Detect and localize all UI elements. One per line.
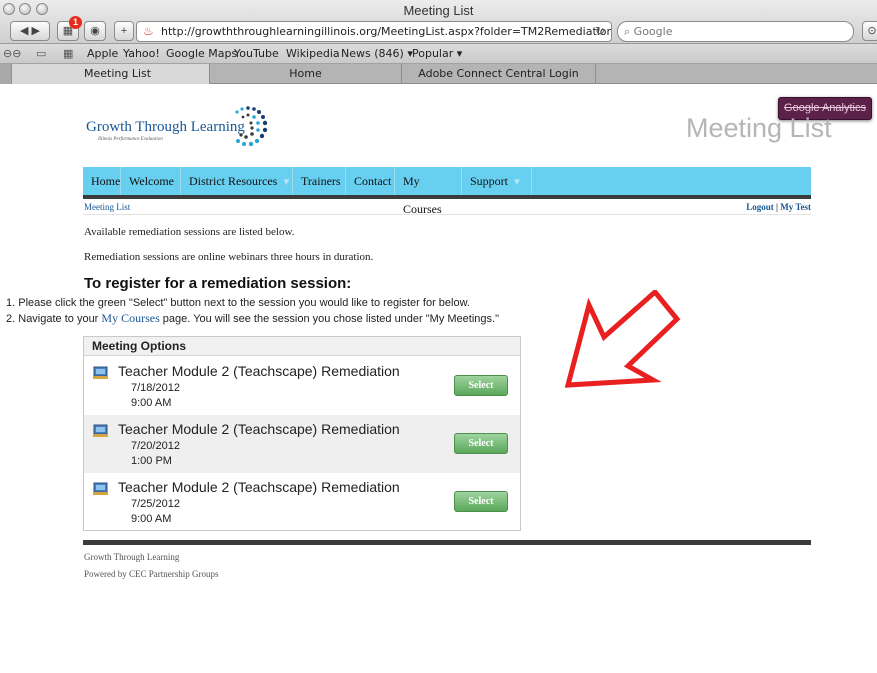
red-arrow-annotation-icon: [564, 290, 681, 388]
meeting-presentation-icon: [93, 366, 108, 379]
web-page: Google Analytics Growth Through Learning…: [0, 85, 877, 673]
top-sites-grid-icon[interactable]: ▦: [63, 47, 73, 60]
session-date: 7/20/2012: [131, 440, 180, 452]
meeting-options-header: Meeting Options: [84, 337, 520, 356]
footer-site-name: Growth Through Learning: [84, 552, 180, 562]
window-title: Meeting List: [403, 3, 474, 18]
nav-home[interactable]: Home: [83, 167, 121, 195]
footer-divider: [83, 540, 811, 545]
select-session-button[interactable]: Select: [454, 433, 508, 454]
browser-window: Meeting List ◀ ▶ ▦ 1 ◉ + ♨ http://growth…: [0, 0, 877, 673]
back-arrow-icon[interactable]: ◀: [20, 25, 28, 37]
tab-spacer: [0, 64, 12, 84]
browser-toolbar: Meeting List ◀ ▶ ▦ 1 ◉ + ♨ http://growth…: [0, 0, 877, 44]
address-bar[interactable]: ♨ http://growththroughlearningillinois.o…: [136, 21, 612, 42]
session-title: Teacher Module 2 (Teachscape) Remediatio…: [118, 479, 400, 495]
bookmark-popular[interactable]: Popular ▾: [412, 47, 462, 60]
my-account-link[interactable]: My Test: [780, 202, 811, 212]
forward-arrow-icon[interactable]: ▶: [32, 25, 40, 37]
magnifier-icon: ⌕: [624, 25, 631, 38]
bookmark-youtube[interactable]: YouTube: [234, 47, 279, 60]
session-time: 9:00 AM: [131, 513, 172, 525]
dropdown-caret-icon: ▼: [281, 177, 292, 188]
reading-list-icon[interactable]: ⊖⊖: [3, 47, 21, 60]
link-separator: |: [776, 202, 778, 212]
tab-adobe-connect[interactable]: Adobe Connect Central Login: [402, 64, 596, 84]
session-title: Teacher Module 2 (Teachscape) Remediatio…: [118, 421, 400, 437]
plus-icon: +: [120, 25, 128, 37]
back-forward-buttons[interactable]: ◀ ▶: [10, 21, 50, 41]
breadcrumb[interactable]: Meeting List: [84, 202, 130, 212]
bookmark-news[interactable]: News (846) ▾: [341, 47, 413, 60]
bookmark-yahoo[interactable]: Yahoo!: [123, 47, 160, 60]
session-date: 7/25/2012: [131, 498, 180, 510]
session-time: 1:00 PM: [131, 455, 172, 467]
dropdown-caret-icon: ▼: [512, 177, 522, 188]
nav-trainers[interactable]: Trainers: [293, 167, 346, 195]
bookmarks-book-icon[interactable]: ▭: [36, 47, 46, 60]
search-placeholder: Google: [633, 25, 673, 38]
step-1: 1. Please click the green "Select" butto…: [6, 297, 470, 309]
breadcrumb-divider: [83, 214, 811, 215]
notification-badge: 1: [69, 16, 82, 29]
nav-divider: [83, 195, 811, 199]
user-links: Logout | My Test: [730, 202, 811, 212]
meeting-presentation-icon: [93, 424, 108, 437]
reload-icon[interactable]: ↻: [595, 22, 605, 41]
session-title: Teacher Module 2 (Teachscape) Remediatio…: [118, 363, 400, 379]
step-2: 2. Navigate to your My Courses page. You…: [6, 311, 499, 325]
logo-text: Growth Through Learning: [86, 119, 245, 135]
record-icon: ◉: [90, 25, 100, 37]
bookmark-apple[interactable]: Apple: [87, 47, 118, 60]
session-row: Teacher Module 2 (Teachscape) Remediatio…: [84, 473, 520, 531]
tab-bar: Meeting List Home Adobe Connect Central …: [0, 64, 877, 84]
nav-support[interactable]: Support ▼: [462, 167, 532, 195]
bookmark-wikipedia[interactable]: Wikipedia: [286, 47, 340, 60]
session-row: Teacher Module 2 (Teachscape) Remediatio…: [84, 415, 520, 473]
footer-powered-by: Powered by CEC Partnership Groups: [84, 569, 219, 579]
bookmarks-bar: ⊖⊖ ▭ ▦ Apple Yahoo! Google Maps YouTube …: [0, 44, 877, 64]
register-heading: To register for a remediation session:: [84, 275, 352, 292]
session-row: Teacher Module 2 (Teachscape) Remediatio…: [84, 357, 520, 415]
url-text: http://growththroughlearningillinois.org…: [161, 25, 612, 38]
add-bookmark-button[interactable]: +: [114, 21, 134, 41]
meeting-options-panel: Meeting Options Teacher Module 2 (Teachs…: [83, 336, 521, 531]
meeting-presentation-icon: [93, 482, 108, 495]
main-navigation: Home Welcome District Resources ▼ Trainer…: [83, 167, 811, 216]
session-date: 7/18/2012: [131, 382, 180, 394]
select-session-button[interactable]: Select: [454, 375, 508, 396]
nav-district-resources[interactable]: District Resources ▼: [181, 167, 293, 195]
intro-text-1: Available remediation sessions are liste…: [84, 226, 295, 238]
bookmark-google-maps[interactable]: Google Maps: [166, 47, 237, 60]
downloads-button[interactable]: ⊙: [862, 21, 877, 41]
tab-meeting-list[interactable]: Meeting List: [12, 64, 210, 84]
search-field[interactable]: ⌕ Google: [617, 21, 854, 42]
nav-contact[interactable]: Contact: [346, 167, 395, 195]
download-icon: ⊙: [867, 25, 877, 37]
dropdown-arrow-icon: ▾: [456, 47, 463, 60]
site-logo[interactable]: Growth Through Learning Illinois Perform…: [86, 103, 271, 155]
nav-my-courses[interactable]: My Courses: [395, 167, 462, 216]
page-title: Meeting List: [686, 113, 832, 143]
dots-swirl-icon: [235, 106, 268, 147]
my-courses-link[interactable]: My Courses: [101, 311, 159, 325]
nav-welcome[interactable]: Welcome: [121, 167, 181, 195]
tab-home[interactable]: Home: [210, 64, 402, 84]
site-favicon-icon: ♨: [143, 24, 154, 38]
intro-text-2: Remediation sessions are online webinars…: [84, 251, 374, 263]
logout-link[interactable]: Logout: [746, 202, 774, 212]
select-session-button[interactable]: Select: [454, 491, 508, 512]
session-time: 9:00 AM: [131, 397, 172, 409]
logo-tagline: Illinois Performance Evaluation: [98, 137, 163, 142]
reader-button[interactable]: ◉: [84, 21, 106, 41]
